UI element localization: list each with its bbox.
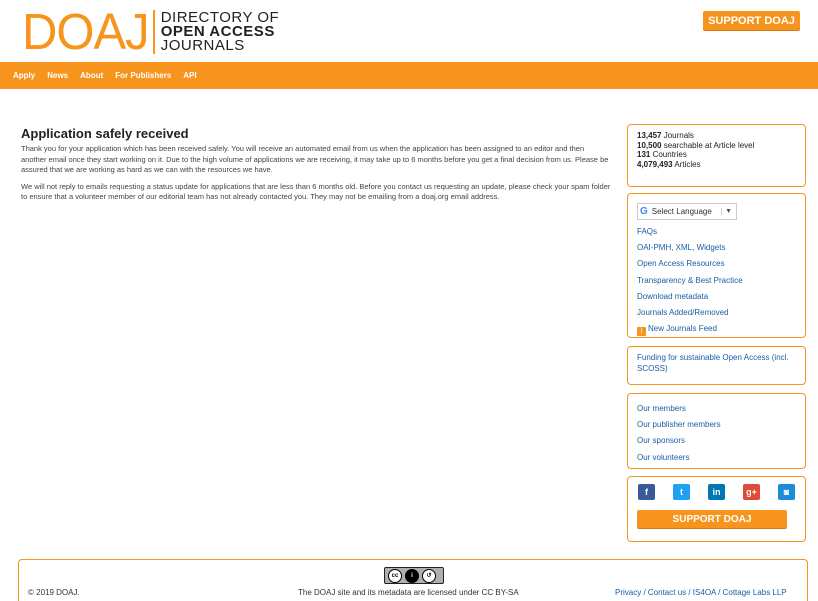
- rss-icon: ): [637, 327, 646, 337]
- members-box: Our members Our publisher members Our sp…: [627, 393, 806, 469]
- link-funding[interactable]: Funding for sustainable Open Access (inc…: [637, 353, 789, 373]
- resources-box: G Select Language ▼ FAQs OAI-PMH, XML, W…: [627, 193, 806, 338]
- sa-icon: ↺: [422, 568, 436, 583]
- nav-api[interactable]: API: [183, 71, 196, 80]
- link-new-journals-feed[interactable]: ) New Journals Feed: [637, 321, 796, 337]
- link-download-metadata[interactable]: Download metadata: [637, 289, 796, 305]
- link-our-sponsors[interactable]: Our sponsors: [637, 433, 796, 449]
- logo-mark: DOAJ: [22, 3, 150, 60]
- stat-countries: 131 Countries: [637, 150, 796, 160]
- logo-line-3: JOURNALS: [160, 37, 245, 54]
- site-footer: © 2019 DOAJ. cc i ↺ The DOAJ site and it…: [18, 559, 808, 601]
- stat-searchable-label: searchable at Article level: [661, 140, 755, 150]
- license-text: The DOAJ site and its metadata are licen…: [298, 588, 519, 597]
- link-our-members[interactable]: Our members: [637, 401, 796, 417]
- link-journals-added-removed[interactable]: Journals Added/Removed: [637, 305, 796, 321]
- twitter-icon[interactable]: t: [673, 484, 690, 500]
- language-select-label: Select Language: [651, 207, 712, 216]
- facebook-icon[interactable]: f: [638, 484, 655, 500]
- google-plus-icon[interactable]: g+: [743, 484, 760, 500]
- nav-about[interactable]: About: [80, 71, 103, 80]
- link-faqs[interactable]: FAQs: [637, 224, 796, 240]
- linkedin-icon[interactable]: in: [708, 484, 725, 500]
- nav-apply[interactable]: Apply: [13, 71, 35, 80]
- nav-news[interactable]: News: [47, 71, 68, 80]
- stat-journals: 13,457 Journals: [637, 131, 796, 141]
- status-update-paragraph: We will not reply to emails requesting a…: [21, 181, 611, 202]
- link-publisher-members[interactable]: Our publisher members: [637, 417, 796, 433]
- cc-icon: cc: [388, 568, 402, 583]
- main-content: Application safely received Thank you fo…: [21, 126, 611, 209]
- stat-searchable-count: 10,500: [637, 140, 662, 150]
- page-title: Application safely received: [21, 126, 189, 141]
- feed-label: New Journals Feed: [648, 324, 717, 334]
- language-select[interactable]: G Select Language ▼: [637, 203, 737, 220]
- stat-journals-count: 13,457: [637, 131, 662, 140]
- site-header: DOAJ DIRECTORY OF OPEN ACCESS JOURNALS S…: [0, 0, 818, 62]
- stat-countries-count: 131: [637, 150, 651, 159]
- logo-wordmark: DIRECTORY OF OPEN ACCESS JOURNALS: [160, 10, 280, 54]
- stat-articles-label: Articles: [672, 159, 701, 169]
- nav-for-publishers[interactable]: For Publishers: [115, 71, 171, 80]
- copyright: © 2019 DOAJ.: [28, 588, 80, 597]
- by-icon: i: [405, 568, 419, 583]
- social-icons: f t in g+ ◙: [637, 484, 796, 500]
- link-oai-pmh[interactable]: OAI-PMH, XML, Widgets: [637, 240, 796, 256]
- logo-divider: [152, 10, 155, 54]
- funding-box: Funding for sustainable Open Access (inc…: [627, 346, 806, 385]
- link-transparency[interactable]: Transparency & Best Practice: [637, 273, 796, 289]
- stat-journals-label: Journals: [661, 131, 694, 140]
- main-nav: Apply News About For Publishers API: [0, 62, 818, 89]
- support-doaj-header-button[interactable]: SUPPORT DOAJ: [703, 11, 800, 30]
- doaj-logo[interactable]: DOAJ DIRECTORY OF OPEN ACCESS JOURNALS: [22, 6, 279, 58]
- social-box: f t in g+ ◙ SUPPORT DOAJ: [627, 476, 806, 542]
- cc-by-sa-badge[interactable]: cc i ↺: [384, 567, 444, 584]
- stat-articles-count: 4,079,493: [637, 159, 673, 169]
- google-translate-icon: G: [640, 206, 648, 217]
- stat-searchable: 10,500 searchable at Article level: [637, 141, 796, 151]
- stat-countries-label: Countries: [650, 150, 687, 159]
- rss-feed-icon[interactable]: ◙: [778, 484, 795, 500]
- stat-articles: 4,079,493 Articles: [637, 160, 796, 170]
- chevron-down-icon: ▼: [721, 208, 732, 215]
- support-doaj-sidebar-button[interactable]: SUPPORT DOAJ: [637, 510, 787, 528]
- link-our-volunteers[interactable]: Our volunteers: [637, 450, 796, 466]
- stats-box: 13,457 Journals 10,500 searchable at Art…: [627, 124, 806, 187]
- confirmation-paragraph: Thank you for your application which has…: [21, 144, 609, 174]
- link-open-access-resources[interactable]: Open Access Resources: [637, 256, 796, 272]
- footer-links[interactable]: Privacy / Contact us / IS4OA / Cottage L…: [615, 588, 787, 597]
